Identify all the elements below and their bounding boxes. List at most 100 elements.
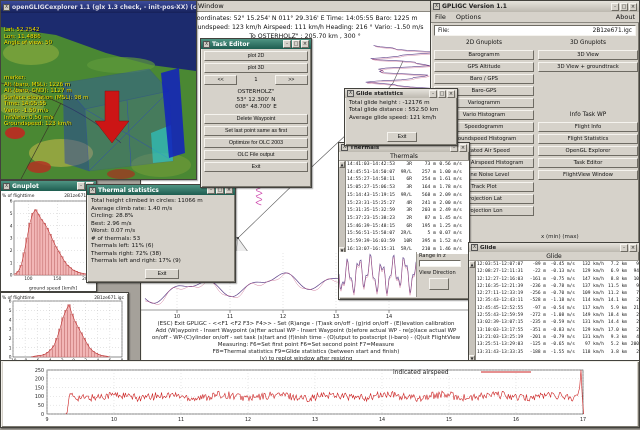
gpligc-button-flight-info[interactable]: Flight Info	[538, 122, 638, 132]
thermal-statistics-exit-button[interactable]: Exit	[145, 269, 179, 279]
view-direction-control[interactable]	[429, 278, 449, 290]
glide-row-cell: 5.9 km	[604, 305, 627, 312]
glide-statistics-titlebar[interactable]: X Glide statistics - □ ×	[345, 89, 457, 98]
thermal-row[interactable]: 14:45:51-14:50:079R/L257 m1.00 m/s	[346, 169, 469, 177]
glide-row-cell: 7.2 km	[604, 261, 627, 268]
minimize-button[interactable]: -	[620, 244, 628, 252]
close-button[interactable]: ×	[629, 3, 637, 11]
glide-row[interactable]: 13:02:39-13:07:15-235 m-0.59 m/s131 km/h…	[476, 319, 639, 326]
scroll-up-icon[interactable]: ▲	[339, 161, 345, 168]
glide-row[interactable]: 13:10:03-13:17:55-351 m-0.83 m/s129 km/h…	[476, 327, 639, 334]
gpligc-button-baro-gps[interactable]: Baro / GPS	[434, 74, 534, 84]
thermal-row[interactable]: 15:14:43-15:19:159R/L568 m2.09 m/s	[346, 192, 469, 200]
thermal-row[interactable]: 15:31:35-15:32:593R203 m2.49 m/s	[346, 207, 469, 215]
window-icon[interactable]: X	[3, 4, 10, 11]
glide-row[interactable]: 12:12:27-12:16:03-161 m-0.75 m/s147 km/h…	[476, 276, 639, 283]
close-button[interactable]: ×	[629, 244, 637, 252]
thermal-row[interactable]: 15:59:39-16:03:5910R395 m1.52 m/s	[346, 238, 469, 246]
gpligc-button-opengl-explorer[interactable]: OpenGL Explorer	[538, 146, 638, 156]
range-in-z-input[interactable]	[419, 260, 461, 267]
gpligc-titlebar[interactable]: X GPLIGC Version 1.1 - □ ×	[431, 1, 639, 12]
scrollbar-track[interactable]	[469, 268, 475, 355]
gnuplot-title: Gnuplot	[12, 183, 39, 190]
glide-row-cell: -0.59 m/s	[546, 319, 575, 326]
minimize-button[interactable]: -	[611, 3, 619, 11]
minimize-button[interactable]: -	[77, 182, 85, 190]
scrollbar-track[interactable]	[339, 168, 345, 247]
thermal-row[interactable]: 15:56:51-15:58:072R/L5 m0.07 m/s	[346, 230, 469, 238]
task-editor-button-plot-2d[interactable]: plot 2D	[204, 51, 308, 61]
glide-row[interactable]: 13:31:43-13:33:35-188 m-1.55 m/s118 km/h…	[476, 349, 639, 356]
indicated-airspeed-plot[interactable]: 05010015020025091011121314151617indicate…	[3, 362, 637, 426]
menu-file[interactable]: File	[435, 13, 446, 21]
gpligc-button-flightview-window[interactable]: FlightView Window	[538, 170, 638, 180]
svg-text:15: 15	[446, 417, 452, 423]
task-editor-titlebar[interactable]: X Task Editor - □ ×	[201, 39, 311, 49]
thermal-row-cell: 1.00 m/s	[436, 169, 463, 177]
window-icon[interactable]: X	[89, 187, 96, 194]
opengl-3d-viewport[interactable]: Lat: 52.2542Lon: 11.4886Angle of view: 5…	[1, 13, 196, 179]
minimize-button[interactable]: -	[429, 90, 437, 98]
gpligc-menubar: File Options About	[431, 12, 639, 23]
window-icon[interactable]: X	[3, 183, 10, 190]
window-icon[interactable]: X	[471, 244, 478, 251]
glide-row[interactable]: 12:08:27-12:11:31-22 m-0.13 m/s129 km/h6…	[476, 268, 639, 275]
gnuplot-titlebar[interactable]: X Gnuplot - ×	[1, 181, 96, 191]
window-icon[interactable]: X	[203, 41, 210, 48]
gpligc-button-flight-statistics[interactable]: Flight Statistics	[538, 134, 638, 144]
gpligc-button-gps-altitude[interactable]: GPS Altitude	[434, 62, 534, 72]
task-editor-button-olc-file-output[interactable]: OLC File output	[204, 150, 308, 160]
thermal-row-cell: 15:56:51-15:58:07	[346, 230, 396, 238]
menu-options[interactable]: Options	[456, 13, 481, 21]
thermal-row[interactable]: 14:41:03-14:42:533R73 m0.56 m/s	[346, 161, 469, 169]
thermals-scrollbar[interactable]: ▲ ▼	[339, 161, 346, 254]
menu-window[interactable]: Window	[198, 2, 224, 10]
next-waypoint-button[interactable]: >>	[275, 75, 308, 85]
glide-row[interactable]: 12:16:35-12:21:39-236 m-0.78 m/s137 km/h…	[476, 283, 639, 290]
glide-row[interactable]: 13:21:03-13:25:19-201 m-0.79 m/s131 km/h…	[476, 334, 639, 341]
task-editor-button-optimize-for-olc-2003[interactable]: Optimize for OLC 2003	[204, 138, 308, 148]
close-button[interactable]: ×	[459, 144, 467, 152]
gpligc-button-3d-view[interactable]: 3D View	[538, 50, 638, 60]
task-editor-button-delete-waypoint[interactable]: Delete Waypoint	[204, 114, 308, 124]
gpligc-button-barogramm[interactable]: Barogramm	[434, 50, 534, 60]
glide-row-cell: 6.9 km	[604, 268, 627, 275]
task-editor-button-set-last-point-same-as-first[interactable]: Set last point same as first	[204, 126, 308, 136]
glide-row[interactable]: 12:35:43-12:43:11-528 m-1.18 m/s114 km/h…	[476, 297, 639, 304]
glide-statistics-exit-button[interactable]: Exit	[387, 132, 417, 142]
gpligc-button-3d-view-groundtrack[interactable]: 3D View + groundtrack	[538, 62, 638, 72]
task-editor-button-plot-3d[interactable]: plot 3D	[204, 63, 308, 73]
glide-row[interactable]: 12:45:45-12:52:55-97 m-0.54 m/s117 km/h5…	[476, 305, 639, 312]
gpligc-button-task-editor[interactable]: Task Editor	[538, 158, 638, 168]
glide-row[interactable]: 12:55:43-12:59:59-272 m-1.08 m/s149 km/h…	[476, 312, 639, 319]
maximize-button[interactable]: □	[620, 3, 628, 11]
glide-row[interactable]: 13:25:51-13:29:03-125 m-0.65 m/s97 km/h5…	[476, 341, 639, 348]
maximize-button[interactable]: □	[292, 40, 300, 48]
thermal-row[interactable]: 14:55:27-14:58:116R254 m1.61 m/s	[346, 176, 469, 184]
close-button[interactable]: ×	[301, 40, 309, 48]
thermal-row[interactable]: 15:05:27-15:06:533R164 m1.78 m/s	[346, 184, 469, 192]
prev-waypoint-button[interactable]: <<	[204, 75, 237, 85]
window-icon[interactable]: X	[433, 3, 440, 10]
task-editor-button-exit[interactable]: Exit	[204, 162, 308, 172]
file-field[interactable]: File: 2B1ze671.igc	[434, 25, 636, 36]
minimize-button[interactable]: -	[283, 40, 291, 48]
glide-titlebar[interactable]: X Glide - ×	[469, 243, 639, 252]
opengl-titlebar[interactable]: X openGLIGCexplorer 1.1 (glx 1.3 check, …	[1, 1, 196, 13]
thermal-row-cell: 5 m	[412, 230, 436, 238]
glide-row[interactable]: 12:27:11-12:33:19-256 m-0.70 m/s109 km/h…	[476, 290, 639, 297]
groundspeed-histogram[interactable]: 0123456100150200% of flighttime2B1ze671.…	[1, 191, 96, 291]
glide-row[interactable]: 12:03:51-12:07:07-89 m-0.45 m/s132 km/h7…	[476, 261, 639, 268]
thermal-row[interactable]: 15:37:23-15:38:232R87 m1.45 m/s	[346, 215, 469, 223]
window-icon[interactable]: X	[347, 90, 354, 97]
thermal-row[interactable]: 15:46:39-15:48:156R195 m1.25 m/s	[346, 223, 469, 231]
glide-scrollbar[interactable]: ▲ ▼	[469, 261, 476, 362]
menu-about[interactable]: About	[616, 13, 635, 21]
scroll-up-icon[interactable]: ▲	[469, 261, 475, 268]
close-button[interactable]: ×	[447, 90, 455, 98]
glide-row-cell: 7	[627, 290, 639, 297]
glide-row-cell: -0.65 m/s	[546, 341, 575, 348]
maximize-button[interactable]: □	[438, 90, 446, 98]
task-editor-buttons: Delete Waypoint Set last point same as fi…	[204, 114, 308, 172]
thermal-row[interactable]: 15:23:31-15:25:274R241 m2.00 m/s	[346, 200, 469, 208]
